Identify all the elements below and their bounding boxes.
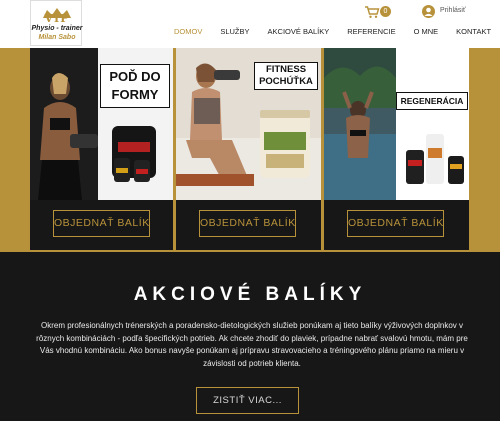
package-label-3: REGENERÁCIA bbox=[396, 92, 468, 110]
package-image-3: REGENERÁCIA bbox=[324, 48, 469, 200]
package-label-2: FITNESS POCHÚŤKA bbox=[254, 62, 318, 90]
package-label-1: POĎ DO FORMY bbox=[100, 64, 170, 108]
learn-more-button[interactable]: ZISTIŤ VIAC... bbox=[196, 387, 299, 414]
package-image-1: POĎ DO FORMY bbox=[30, 48, 173, 200]
section-description: Okrem profesionálnych trénerských a pora… bbox=[36, 321, 468, 368]
cart-count-badge: 0 bbox=[380, 6, 391, 17]
nav-item-kontakt[interactable]: KONTAKT bbox=[456, 26, 491, 38]
site-logo[interactable]: VIP Physio - trainer Milan Sabo bbox=[30, 0, 82, 46]
package-label-1-line1: POĎ DO bbox=[109, 69, 161, 84]
nav-item-referencie[interactable]: REFERENCIE bbox=[347, 26, 395, 38]
cart-icon[interactable] bbox=[364, 5, 380, 19]
package-image-2: FITNESS POCHÚŤKA bbox=[176, 48, 321, 200]
package-label-2-line2: POCHÚŤKA bbox=[259, 76, 313, 87]
package-card-3: REGENERÁCIA OBJEDNAŤ BALÍK bbox=[324, 48, 469, 250]
woman-pool-photo bbox=[324, 48, 469, 200]
nav-item-akciove-baliky[interactable]: AKCIOVÉ BALÍKY bbox=[268, 26, 330, 38]
logo-name: Milan Sabo bbox=[38, 34, 76, 41]
section-title: AKCIOVÉ BALÍKY bbox=[133, 284, 367, 305]
nav-item-o-mne[interactable]: O MNE bbox=[414, 26, 439, 38]
nav-item-domov[interactable]: DOMOV bbox=[174, 26, 202, 38]
order-package-button-2[interactable]: OBJEDNAŤ BALÍK bbox=[199, 210, 296, 237]
package-card-1: POĎ DO FORMY OBJEDNAŤ BALÍK bbox=[30, 48, 173, 250]
package-label-3-line1: REGENERÁCIA bbox=[400, 96, 464, 106]
order-package-button-3[interactable]: OBJEDNAŤ BALÍK bbox=[347, 210, 444, 237]
package-label-1-line2: FORMY bbox=[111, 87, 159, 102]
package-card-2: FITNESS POCHÚŤKA OBJEDNAŤ BALÍK bbox=[176, 48, 321, 250]
user-avatar-icon[interactable] bbox=[422, 5, 435, 18]
order-package-button-1[interactable]: OBJEDNAŤ BALÍK bbox=[53, 210, 150, 237]
login-link[interactable]: Prihlásiť bbox=[440, 7, 466, 14]
logo-text: VIP bbox=[44, 12, 70, 25]
nav-item-sluzby[interactable]: SLUŽBY bbox=[220, 26, 249, 38]
main-nav: DOMOV SLUŽBY AKCIOVÉ BALÍKY REFERENCIE O… bbox=[174, 26, 491, 38]
package-label-2-line1: FITNESS bbox=[265, 64, 307, 75]
site-header: VIP Physio - trainer Milan Sabo 0 Prihlá… bbox=[0, 0, 500, 48]
logo-tagline: Physio - trainer bbox=[31, 25, 83, 32]
